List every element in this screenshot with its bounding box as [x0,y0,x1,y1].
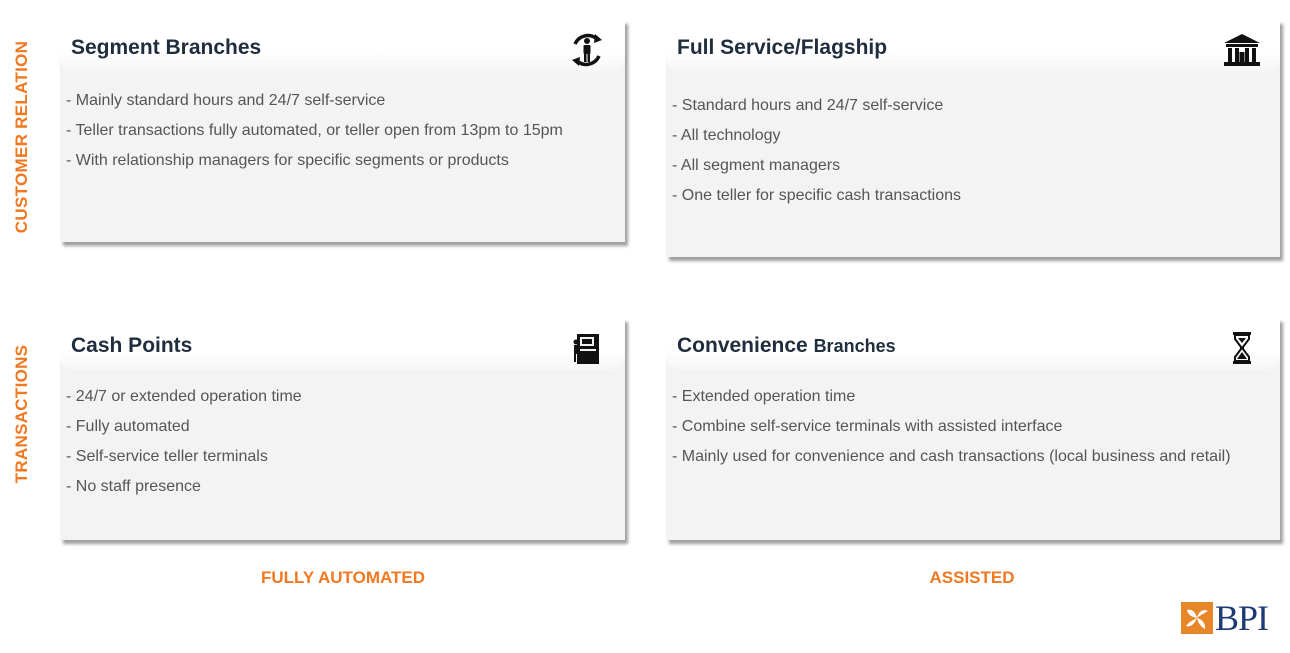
list-item: - Self-service teller terminals [66,448,268,465]
list-item: - Fully automated [66,418,190,435]
list-item: - Teller transactions fully automated, o… [66,122,563,139]
list-item: - One teller for specific cash transacti… [672,187,962,204]
row-label-customer-relation: CUSTOMER RELATION [12,40,31,234]
atm-icon [573,334,599,364]
card-title: Full Service/Flagship [677,36,888,59]
row-label-transactions: TRANSACTIONS [12,344,31,484]
list-item: - All technology [672,127,781,144]
card-segment-branches: Segment Branches - Mainly standard hours… [60,20,625,242]
list-item: - Combine self-service terminals with as… [672,418,1063,435]
card-title-main: Convenience [677,334,808,357]
card-bullet-list: - Mainly standard hours and 24/7 self-se… [66,90,605,180]
card-full-service-flagship: Full Service/Flagship - Standard hours a… [666,20,1280,257]
list-item: - All segment managers [672,157,841,174]
bpi-logo: BPI [1181,598,1290,638]
card-bullet-list: - Extended operation time - Combine self… [672,386,1260,476]
column-label-assisted: ASSISTED [929,568,1015,587]
list-item: - With relationship managers for specifi… [66,152,509,169]
card-title: Segment Branches [71,36,262,59]
list-item: - Mainly used for convenience and cash t… [672,448,1231,465]
list-item: - Mainly standard hours and 24/7 self-se… [66,92,386,109]
card-header: Convenience Branches [666,318,1280,370]
card-title-suffix: Branches [813,336,896,356]
hourglass-icon [1233,332,1251,364]
card-title: Cash Points [71,334,193,357]
list-item: - 24/7 or extended operation time [66,388,302,405]
card-title: Convenience Branches [677,334,896,358]
card-bullet-list: - 24/7 or extended operation time - Full… [66,386,605,506]
card-convenience-branches: Convenience Branches - Extended operatio… [666,318,1280,540]
person-cycle-icon [572,33,602,67]
card-bullet-list: - Standard hours and 24/7 self-service -… [672,95,1260,215]
list-item: - Standard hours and 24/7 self-service [672,97,944,114]
card-header: Cash Points [60,318,625,370]
card-header: Segment Branches [60,20,625,72]
column-label-fully-automated: FULLY AUTOMATED [260,568,426,587]
card-header: Full Service/Flagship [666,20,1280,72]
logo-flower-icon [1181,602,1213,634]
card-cash-points: Cash Points - 24/7 or extended operation… [60,318,625,540]
list-item: - Extended operation time [672,388,856,405]
list-item: - No staff presence [66,478,201,495]
bank-building-icon [1224,34,1260,66]
logo-text: BPI [1215,598,1269,638]
